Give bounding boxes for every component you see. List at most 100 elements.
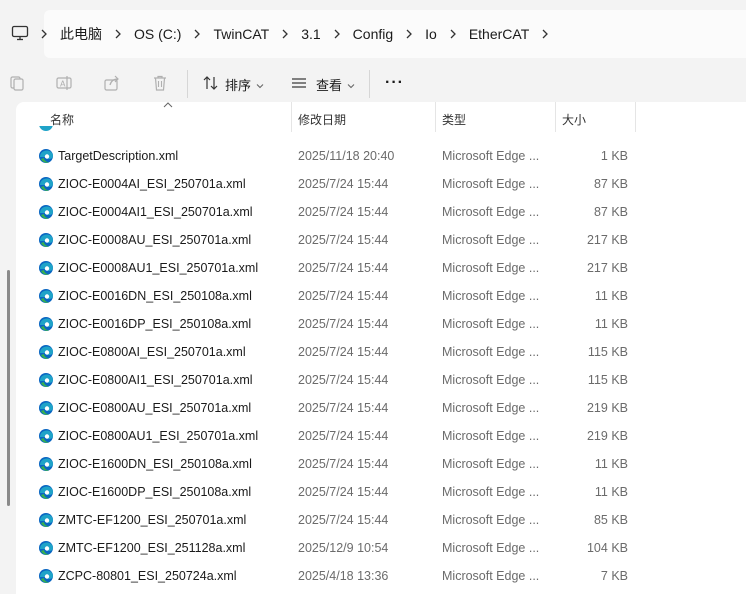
file-size: 104 KB: [586, 541, 628, 555]
file-size: 219 KB: [586, 401, 628, 415]
file-modified-date: 2025/7/24 15:44: [298, 513, 389, 527]
file-name: ZIOC-E1600DP_ESI_250108a.xml: [58, 485, 252, 499]
view-button[interactable]: 查看: [291, 72, 355, 96]
file-modified-date: 2025/7/24 15:44: [298, 401, 389, 415]
file-type: Microsoft Edge ...: [442, 177, 540, 191]
file-name: ZIOC-E1600DN_ESI_250108a.xml: [58, 457, 252, 471]
chevron-right-icon[interactable]: [449, 28, 457, 40]
chevron-right-icon[interactable]: [193, 28, 201, 40]
rename-icon[interactable]: A: [55, 74, 73, 92]
computer-icon[interactable]: [11, 25, 29, 41]
file-type: Microsoft Edge ...: [442, 289, 540, 303]
file-type: Microsoft Edge ...: [442, 373, 540, 387]
file-size: 1 KB: [600, 149, 628, 163]
file-row[interactable]: ZMTC-EF1200_ESI_250701a.xml 2025/7/24 15:…: [16, 506, 746, 534]
edge-file-icon: [39, 126, 53, 131]
sort-button[interactable]: 排序: [203, 72, 264, 96]
file-modified-date: 2025/12/9 10:54: [298, 541, 389, 555]
file-type: Microsoft Edge ...: [442, 513, 540, 527]
file-size: 115 KB: [587, 345, 628, 359]
file-name: ZIOC-E0004AI1_ESI_250701a.xml: [58, 205, 253, 219]
edge-file-icon: [38, 204, 54, 220]
chevron-right-icon[interactable]: [40, 28, 48, 40]
file-name: ZMTC-EF1200_ESI_251128a.xml: [58, 541, 246, 555]
chevron-right-icon[interactable]: [114, 28, 122, 40]
file-type: Microsoft Edge ...: [442, 569, 540, 583]
file-name: ZIOC-E0800AU_ESI_250701a.xml: [58, 401, 252, 415]
edge-file-icon: [38, 232, 54, 248]
file-modified-date: 2025/7/24 15:44: [298, 177, 389, 191]
chevron-right-icon[interactable]: [333, 28, 341, 40]
breadcrumb-item-twincat[interactable]: TwinCAT: [213, 26, 269, 42]
file-modified-date: 2025/7/24 15:44: [298, 317, 389, 331]
view-icon: [291, 75, 307, 94]
sort-label: 排序: [225, 77, 252, 93]
more-options-button[interactable]: ···: [385, 74, 404, 92]
chevron-right-icon[interactable]: [541, 28, 549, 40]
file-row[interactable]: ZIOC-E0016DP_ESI_250108a.xml 2025/7/24 15…: [16, 310, 746, 338]
file-row[interactable]: ZIOC-E0008AU1_ESI_250701a.xml 2025/7/24 1…: [16, 254, 746, 282]
file-size: 7 KB: [600, 569, 628, 583]
breadcrumb-item-config[interactable]: Config: [353, 26, 393, 42]
file-type: Microsoft Edge ...: [442, 541, 540, 555]
copy-icon[interactable]: [8, 74, 26, 92]
svg-text:A: A: [60, 80, 66, 89]
file-name: ZIOC-E0008AU1_ESI_250701a.xml: [58, 261, 259, 275]
file-row[interactable]: ZIOC-E0800AU_ESI_250701a.xml 2025/7/24 15…: [16, 394, 746, 422]
file-name: ZIOC-E0016DN_ESI_250108a.xml: [58, 289, 252, 303]
file-size: 115 KB: [587, 373, 628, 387]
edge-file-icon: [38, 484, 54, 500]
file-size: 217 KB: [586, 261, 628, 275]
breadcrumb-item-3-1[interactable]: 3.1: [301, 26, 320, 42]
file-row[interactable]: ZIOC-E0008AU_ESI_250701a.xml 2025/7/24 15…: [16, 226, 746, 254]
file-type: Microsoft Edge ...: [442, 261, 540, 275]
sort-icon: [203, 75, 219, 94]
file-row[interactable]: ZIOC-E0800AI1_ESI_250701a.xml 2025/7/24 1…: [16, 366, 746, 394]
file-modified-date: 2025/7/24 15:44: [298, 485, 389, 499]
edge-file-icon: [38, 512, 54, 528]
file-name: ZCPC-80801_ESI_250724a.xml: [58, 569, 237, 583]
share-icon[interactable]: [103, 74, 121, 92]
file-row[interactable]: ZIOC-E0016DN_ESI_250108a.xml 2025/7/24 15…: [16, 282, 746, 310]
file-size: 87 KB: [593, 177, 628, 191]
edge-file-icon: [38, 540, 54, 556]
file-row[interactable]: ZMTC-EF1200_ESI_251128a.xml 2025/12/9 10:…: [16, 534, 746, 562]
address-bar: 此电脑 OS (C:) TwinCAT 3.1 Config Io EtherC…: [0, 0, 746, 66]
file-type: Microsoft Edge ...: [442, 205, 540, 219]
breadcrumb-item-ethercat[interactable]: EtherCAT: [469, 26, 529, 42]
file-modified-date: 2025/7/24 15:44: [298, 289, 389, 303]
file-type: Microsoft Edge ...: [442, 485, 540, 499]
file-type: Microsoft Edge ...: [442, 457, 540, 471]
breadcrumb-item-this-pc[interactable]: 此电脑: [60, 24, 102, 44]
chevron-right-icon[interactable]: [281, 28, 289, 40]
navigation-pane-scrollbar[interactable]: [7, 270, 10, 506]
chevron-down-icon: [256, 77, 264, 92]
file-modified-date: 2025/11/18 20:40: [298, 149, 395, 163]
delete-icon[interactable]: [151, 74, 169, 92]
file-type: Microsoft Edge ...: [442, 149, 540, 163]
edge-file-icon: [38, 176, 54, 192]
file-list-pane: 名称 修改日期 类型 大小 TargetDescription.xml 2025/…: [16, 102, 746, 594]
edge-file-icon: [38, 428, 54, 444]
file-row[interactable]: ZIOC-E1600DP_ESI_250108a.xml 2025/7/24 15…: [16, 478, 746, 506]
edge-file-icon: [38, 400, 54, 416]
file-type: Microsoft Edge ...: [442, 345, 540, 359]
file-row[interactable]: ZIOC-E0800AU1_ESI_250701a.xml 2025/7/24 1…: [16, 422, 746, 450]
breadcrumb-item-io[interactable]: Io: [425, 26, 437, 42]
chevron-down-icon: [347, 77, 355, 92]
file-row[interactable]: ZIOC-E1600DN_ESI_250108a.xml 2025/7/24 15…: [16, 450, 746, 478]
file-row[interactable]: ZIOC-E0004AI1_ESI_250701a.xml 2025/7/24 1…: [16, 198, 746, 226]
file-row[interactable]: ZCPC-80801_ESI_250724a.xml 2025/4/18 13:3…: [16, 562, 746, 590]
file-modified-date: 2025/7/24 15:44: [298, 233, 389, 247]
file-type: Microsoft Edge ...: [442, 429, 540, 443]
breadcrumb-item-os-c[interactable]: OS (C:): [134, 26, 181, 42]
file-name: ZIOC-E0800AI_ESI_250701a.xml: [58, 345, 246, 359]
chevron-right-icon[interactable]: [405, 28, 413, 40]
file-name: ZIOC-E0008AU_ESI_250701a.xml: [58, 233, 252, 247]
file-row[interactable]: TargetDescription.xml 2025/11/18 20:40 Mic…: [16, 142, 746, 170]
file-row[interactable]: ZIOC-E0800AI_ESI_250701a.xml 2025/7/24 15…: [16, 338, 746, 366]
list-item-partial[interactable]: [16, 126, 746, 134]
file-type: Microsoft Edge ...: [442, 401, 540, 415]
file-row[interactable]: ZIOC-E0004AI_ESI_250701a.xml 2025/7/24 15…: [16, 170, 746, 198]
file-size: 219 KB: [586, 429, 628, 443]
